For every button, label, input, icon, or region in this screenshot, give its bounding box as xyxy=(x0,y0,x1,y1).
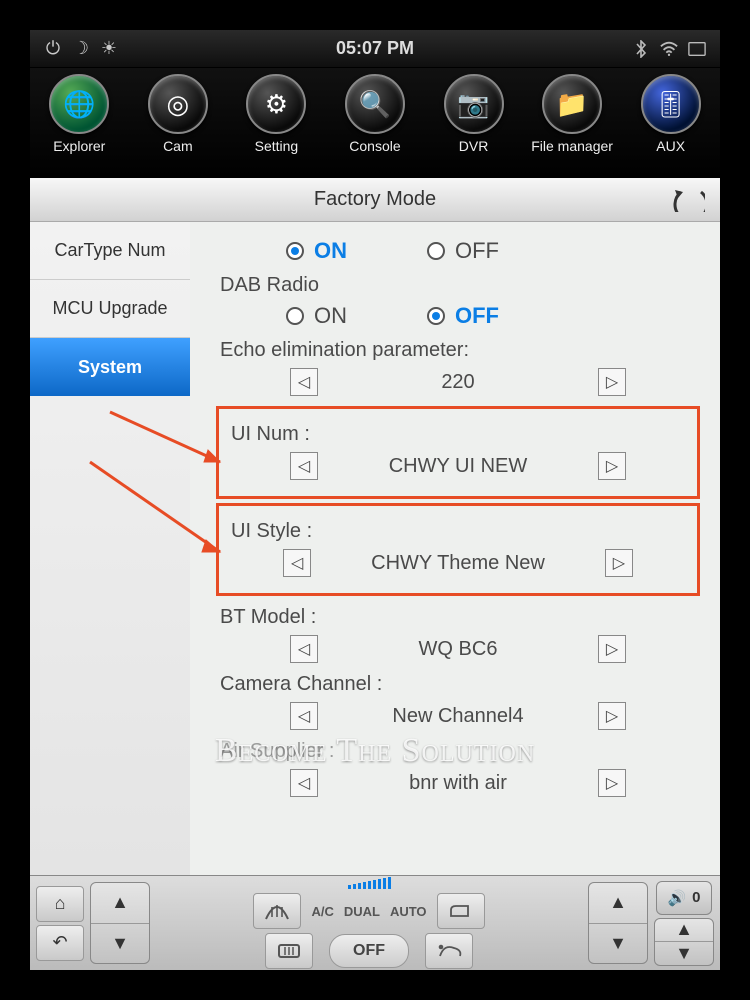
ui-num-value: CHWY UI NEW xyxy=(378,455,538,478)
aux-icon: 🎚 xyxy=(641,74,701,134)
title-bar: Factory Mode xyxy=(30,178,720,222)
chevron-up-icon: ▲ xyxy=(589,883,647,924)
camera-channel-label: Camera Channel : xyxy=(220,673,700,696)
clock: 05:07 PM xyxy=(30,38,720,59)
climate-bar: ⌂ ↶ ▲ ▼ A/C DUAL AUTO xyxy=(30,875,720,970)
air-supplier-label: Air Supplier : xyxy=(220,740,700,763)
chevron-down-icon: ▼ xyxy=(91,924,149,964)
ui-num-highlight: UI Num : ◁ CHWY UI NEW ▷ xyxy=(216,406,700,499)
dab-radio-label: DAB Radio xyxy=(220,274,700,297)
chevron-up-icon: ▲ xyxy=(655,919,713,943)
sidebar-item-mcu[interactable]: MCU Upgrade xyxy=(30,280,190,338)
ui-num-next[interactable]: ▷ xyxy=(598,452,626,480)
sidebar-item-system[interactable]: System xyxy=(30,338,190,396)
ui-style-next[interactable]: ▷ xyxy=(605,549,633,577)
camera-icon: ◎ xyxy=(148,74,208,134)
airflow-mode-button[interactable] xyxy=(425,933,473,969)
echo-decrement[interactable]: ◁ xyxy=(290,368,318,396)
ui-style-value: CHWY Theme New xyxy=(371,552,545,575)
radio-dot-icon xyxy=(286,242,304,260)
content-pane[interactable]: ON OFF DAB Radio ON OFF Echo eliminati xyxy=(190,222,720,875)
folder-icon: 📁 xyxy=(542,74,602,134)
ui-num-prev[interactable]: ◁ xyxy=(290,452,318,480)
echo-increment[interactable]: ▷ xyxy=(598,368,626,396)
bt-model-label: BT Model : xyxy=(220,606,700,629)
sidebar: CarType Num MCU Upgrade System xyxy=(30,222,190,875)
radio-dab-off[interactable]: OFF xyxy=(427,303,499,329)
radio-group-dab: ON OFF xyxy=(286,303,700,329)
volume-stepper[interactable]: ▲ ▼ xyxy=(654,918,714,966)
air-value: bnr with air xyxy=(378,772,538,795)
temp-left-stepper[interactable]: ▲ ▼ xyxy=(90,882,150,964)
ui-style-prev[interactable]: ◁ xyxy=(283,549,311,577)
dock-item-cam[interactable]: ◎ Cam xyxy=(133,74,223,154)
app-dock: 🌐 Explorer ◎ Cam ⚙ Setting 🔍 Console 📷 D… xyxy=(30,68,720,178)
back-button[interactable] xyxy=(666,184,710,216)
radio-dot-icon xyxy=(427,242,445,260)
recirculate-button[interactable] xyxy=(437,893,485,929)
temp-right-stepper[interactable]: ▲ ▼ xyxy=(588,882,648,964)
climate-off-button[interactable]: OFF xyxy=(329,934,409,968)
bluetooth-icon xyxy=(632,40,650,58)
radio-dot-icon xyxy=(427,307,445,325)
page-title: Factory Mode xyxy=(314,188,436,211)
cast-icon xyxy=(688,40,706,58)
dual-label[interactable]: DUAL xyxy=(344,904,380,919)
back-nav-button[interactable]: ↶ xyxy=(36,925,84,961)
sidebar-item-cartype[interactable]: CarType Num xyxy=(30,222,190,280)
auto-label[interactable]: AUTO xyxy=(390,904,427,919)
chevron-up-icon: ▲ xyxy=(91,883,149,924)
speaker-icon: 🔊 xyxy=(667,889,686,907)
radio-off-1[interactable]: OFF xyxy=(427,238,499,264)
bt-prev[interactable]: ◁ xyxy=(290,635,318,663)
record-icon: 📷 xyxy=(444,74,504,134)
globe-icon: 🌐 xyxy=(49,74,109,134)
radio-dot-icon xyxy=(286,307,304,325)
bt-next[interactable]: ▷ xyxy=(598,635,626,663)
echo-value: 220 xyxy=(378,371,538,394)
dock-item-setting[interactable]: ⚙ Setting xyxy=(231,74,321,154)
dock-item-dvr[interactable]: 📷 DVR xyxy=(429,74,519,154)
chevron-down-icon: ▼ xyxy=(655,942,713,965)
dock-item-filemanager[interactable]: 📁 File manager xyxy=(527,74,617,154)
radio-group-1: ON OFF xyxy=(286,238,700,264)
camera-value: New Channel4 xyxy=(378,705,538,728)
wrench-icon: 🔍 xyxy=(345,74,405,134)
home-button[interactable]: ⌂ xyxy=(36,886,84,922)
defrost-front-button[interactable] xyxy=(253,893,301,929)
volume-indicator[interactable]: 🔊 0 xyxy=(656,881,711,915)
air-next[interactable]: ▷ xyxy=(598,769,626,797)
camera-prev[interactable]: ◁ xyxy=(290,702,318,730)
chevron-down-icon: ▼ xyxy=(589,924,647,964)
dock-item-console[interactable]: 🔍 Console xyxy=(330,74,420,154)
ui-style-label: UI Style : xyxy=(231,520,689,543)
dock-item-explorer[interactable]: 🌐 Explorer xyxy=(34,74,124,154)
radio-on-1[interactable]: ON xyxy=(286,238,347,264)
gear-icon: ⚙ xyxy=(246,74,306,134)
air-prev[interactable]: ◁ xyxy=(290,769,318,797)
camera-next[interactable]: ▷ xyxy=(598,702,626,730)
echo-label: Echo elimination parameter: xyxy=(220,339,700,362)
wifi-icon xyxy=(660,40,678,58)
defrost-rear-button[interactable] xyxy=(265,933,313,969)
radio-dab-on[interactable]: ON xyxy=(286,303,347,329)
ac-label[interactable]: A/C xyxy=(311,904,333,919)
ui-num-label: UI Num : xyxy=(231,423,689,446)
ui-style-highlight: UI Style : ◁ CHWY Theme New ▷ xyxy=(216,503,700,596)
dock-item-aux[interactable]: 🎚 AUX xyxy=(626,74,716,154)
volume-value: 0 xyxy=(692,889,700,906)
status-bar: ⏻ ☽ ☀ 05:07 PM xyxy=(30,30,720,68)
fan-level-indicator xyxy=(348,877,391,889)
bt-value: WQ BC6 xyxy=(378,638,538,661)
